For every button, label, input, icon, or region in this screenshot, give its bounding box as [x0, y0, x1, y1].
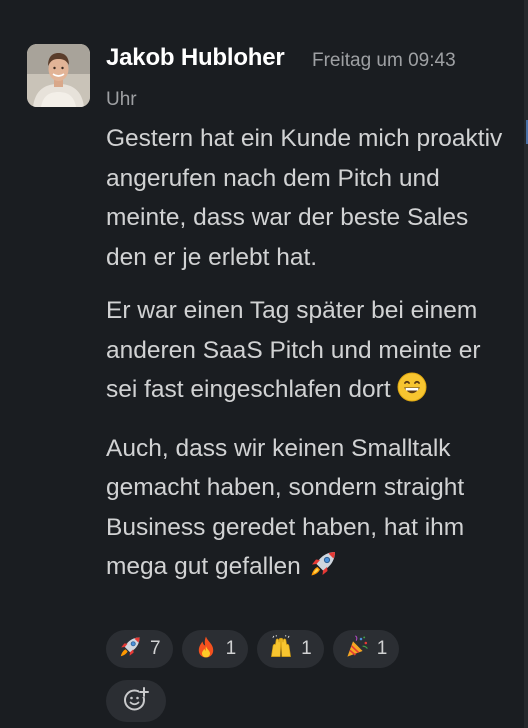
author-name[interactable]: Jakob Hubloher — [106, 44, 285, 72]
grinning-face-icon — [397, 372, 427, 415]
reaction-bar: 7 1 1 1 — [106, 630, 400, 668]
rocket-icon — [118, 635, 142, 664]
message-paragraph: Er war einen Tag später bei einem andere… — [106, 291, 506, 415]
avatar-photo — [27, 44, 90, 107]
party-popper-icon — [345, 634, 369, 664]
reaction-rocket[interactable]: 7 — [106, 630, 173, 668]
paragraph-text: Gestern hat ein Kunde mich proaktiv ange… — [106, 125, 503, 271]
window-edge — [524, 0, 528, 728]
paragraph-text: Auch, dass wir keinen Smalltalk gemacht … — [106, 434, 465, 581]
add-emoji-icon — [122, 685, 150, 718]
fire-icon — [194, 635, 218, 664]
message-paragraph: Auch, dass wir keinen Smalltalk gemacht … — [106, 429, 506, 592]
rocket-icon — [308, 549, 338, 592]
reaction-count: 1 — [225, 638, 237, 659]
reaction-raising-hands[interactable]: 1 — [257, 630, 324, 668]
message-timestamp-suffix[interactable]: Uhr — [106, 89, 137, 111]
reaction-count: 1 — [376, 638, 388, 659]
raising-hands-icon — [269, 634, 293, 664]
avatar[interactable] — [27, 44, 90, 107]
reaction-count: 1 — [301, 638, 312, 659]
reaction-fire[interactable]: 1 — [181, 630, 249, 668]
message-timestamp[interactable]: Freitag um 09:43 — [312, 50, 456, 72]
add-reaction-button[interactable] — [106, 680, 166, 722]
chat-message: Jakob Hubloher Freitag um 09:43 Uhr Gest… — [0, 0, 520, 728]
reaction-count: 7 — [150, 638, 161, 659]
message-paragraph: Gestern hat ein Kunde mich proaktiv ange… — [106, 119, 506, 277]
message-body: Gestern hat ein Kunde mich proaktiv ange… — [106, 119, 506, 606]
reaction-party-popper[interactable]: 1 — [332, 630, 400, 668]
